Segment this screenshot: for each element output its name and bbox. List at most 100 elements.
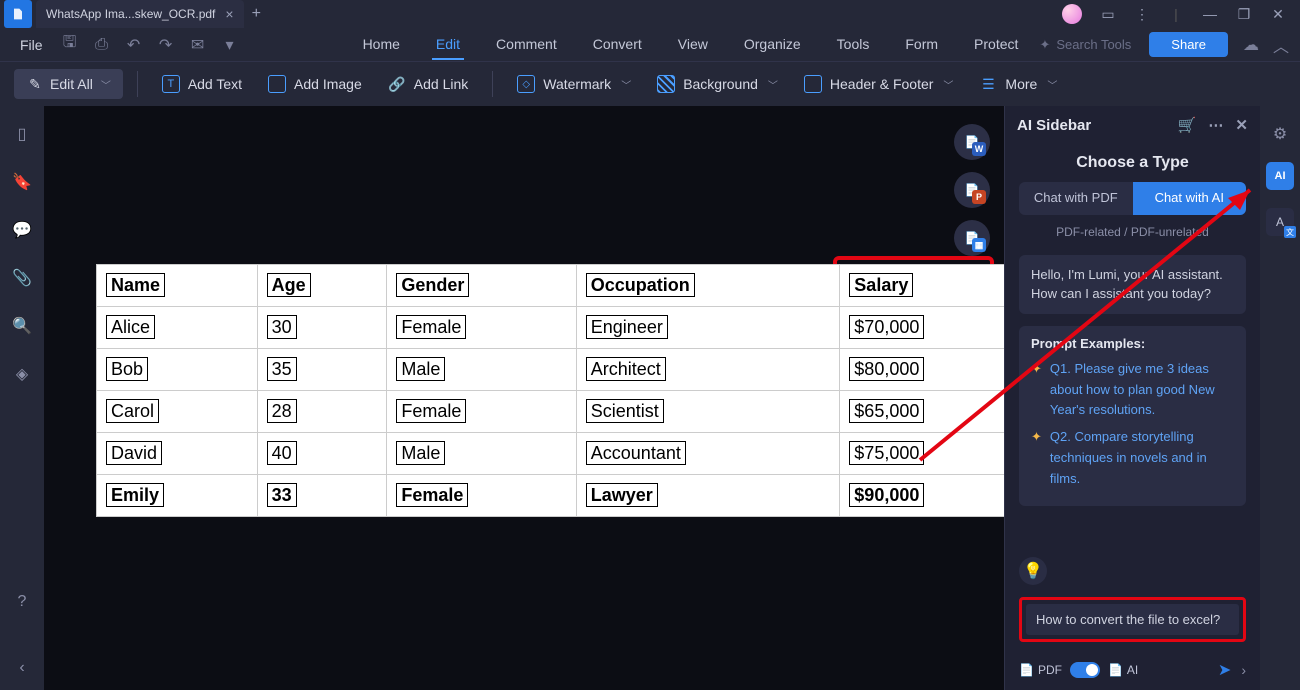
- menu-protect[interactable]: Protect: [970, 30, 1022, 60]
- close-tab-icon[interactable]: ×: [225, 6, 233, 22]
- titlebar: WhatsApp Ima...skew_OCR.pdf × + ▭ ⋮ | — …: [0, 0, 1300, 28]
- layers-icon[interactable]: ◈: [12, 364, 32, 384]
- chat-input[interactable]: [1026, 604, 1239, 635]
- minimize-icon[interactable]: —: [1202, 6, 1218, 22]
- pencil-icon: ✎: [26, 75, 44, 93]
- menu-tools[interactable]: Tools: [833, 30, 874, 60]
- attachments-icon[interactable]: 📎: [12, 268, 32, 288]
- menu-view[interactable]: View: [674, 30, 712, 60]
- comments-icon[interactable]: 💬: [12, 220, 32, 240]
- sparkle-icon: ✦: [1031, 427, 1042, 489]
- chat-with-ai-button[interactable]: Chat with AI: [1133, 182, 1247, 215]
- pdf-mode-icon: 📄: [1019, 663, 1034, 677]
- table-row: Emily33FemaleLawyer$90,000: [97, 475, 1005, 517]
- ai-rail-button[interactable]: AI: [1266, 162, 1294, 190]
- ai-mode-label: AI: [1127, 663, 1138, 677]
- ai-greeting-message: Hello, I'm Lumi, your AI assistant. How …: [1019, 255, 1246, 314]
- edit-all-button[interactable]: ✎ Edit All ﹀: [14, 69, 123, 99]
- table-header-row: Name Age Gender Occupation Salary: [97, 265, 1005, 307]
- link-icon: 🔗: [388, 75, 406, 93]
- more-button[interactable]: ☰ More ﹀: [969, 69, 1067, 99]
- chat-icon[interactable]: ▭: [1100, 6, 1116, 22]
- data-table: Name Age Gender Occupation Salary Alice3…: [96, 264, 1004, 517]
- chevron-down-icon: ﹀: [1047, 77, 1057, 92]
- add-text-button[interactable]: T Add Text: [152, 69, 252, 99]
- collapse-left-icon[interactable]: ‹: [12, 658, 32, 678]
- idea-button[interactable]: 💡: [1019, 557, 1047, 585]
- cart-icon[interactable]: 🛒: [1178, 116, 1197, 134]
- menu-home[interactable]: Home: [359, 30, 404, 60]
- prompt-examples: Prompt Examples: ✦ Q1. Please give me 3 …: [1019, 326, 1246, 506]
- text-icon: T: [162, 75, 180, 93]
- main-menu: Home Edit Comment Convert View Organize …: [359, 30, 1023, 60]
- user-avatar[interactable]: [1062, 4, 1082, 24]
- choose-type-heading: Choose a Type: [1005, 154, 1260, 172]
- app-logo-icon: [4, 0, 32, 28]
- expand-right-icon[interactable]: ›: [1241, 662, 1246, 678]
- mode-toggle[interactable]: [1070, 662, 1100, 678]
- menu-convert[interactable]: Convert: [589, 30, 646, 60]
- search-tools[interactable]: ✦ Search Tools: [1039, 37, 1131, 53]
- more-options-icon[interactable]: ⋯: [1208, 116, 1223, 134]
- document-canvas[interactable]: 📄 W 📄 P 📄 ▦ E PDF To Excel Name Ag: [44, 106, 1004, 690]
- bookmarks-icon[interactable]: 🔖: [12, 172, 32, 192]
- header-footer-button[interactable]: Header & Footer ﹀: [794, 69, 964, 99]
- chat-with-pdf-button[interactable]: Chat with PDF: [1019, 182, 1133, 215]
- file-menu[interactable]: File: [10, 37, 53, 53]
- related-hint: PDF-related / PDF-unrelated: [1005, 225, 1260, 239]
- convert-ppt-button[interactable]: 📄 P: [954, 172, 990, 208]
- background-button[interactable]: Background ﹀: [647, 69, 788, 99]
- background-icon: [657, 75, 675, 93]
- prompt-example-2[interactable]: ✦ Q2. Compare storytelling techniques in…: [1031, 427, 1234, 489]
- undo-icon[interactable]: ↶: [125, 36, 143, 54]
- convert-image-button[interactable]: 📄 ▦: [954, 220, 990, 256]
- watermark-button[interactable]: ◇ Watermark ﹀: [507, 69, 641, 99]
- print-icon[interactable]: ⎙: [93, 36, 111, 54]
- add-image-button[interactable]: Add Image: [258, 69, 372, 99]
- save-icon[interactable]: 🖫: [61, 36, 79, 54]
- table-row: Carol28FemaleScientist$65,000: [97, 391, 1005, 433]
- pdf-page: Name Age Gender Occupation Salary Alice3…: [96, 264, 1004, 517]
- cloud-icon[interactable]: ☁: [1242, 36, 1260, 54]
- share-button[interactable]: Share: [1149, 32, 1228, 57]
- ai-mode-icon: 📄: [1108, 663, 1123, 677]
- image-icon: [268, 75, 286, 93]
- table-row: Alice30FemaleEngineer$70,000: [97, 307, 1005, 349]
- close-sidebar-icon[interactable]: ✕: [1235, 116, 1248, 134]
- header-footer-icon: [804, 75, 822, 93]
- maximize-icon[interactable]: ❐: [1236, 6, 1252, 22]
- menu-comment[interactable]: Comment: [492, 30, 561, 60]
- chevron-down-icon: ﹀: [101, 77, 111, 92]
- table-row: Bob35MaleArchitect$80,000: [97, 349, 1005, 391]
- left-rail: ▯ 🔖 💬 📎 🔍 ◈ ? ‹: [0, 106, 44, 690]
- translate-rail-button[interactable]: A 文: [1266, 208, 1294, 236]
- chevron-down-icon: ﹀: [768, 77, 778, 92]
- sparkle-icon: ✦: [1039, 37, 1050, 53]
- pdf-mode-label: PDF: [1038, 663, 1062, 677]
- thumbnails-icon[interactable]: ▯: [12, 124, 32, 144]
- collapse-ribbon-icon[interactable]: ︿: [1272, 36, 1290, 54]
- chat-type-toggle: Chat with PDF Chat with AI: [1019, 182, 1246, 215]
- search-icon[interactable]: 🔍: [12, 316, 32, 336]
- prompts-title: Prompt Examples:: [1031, 336, 1234, 351]
- close-window-icon[interactable]: ✕: [1270, 6, 1286, 22]
- kebab-menu-icon[interactable]: ⋮: [1134, 6, 1150, 22]
- menu-form[interactable]: Form: [901, 30, 942, 60]
- document-tab[interactable]: WhatsApp Ima...skew_OCR.pdf ×: [36, 0, 244, 28]
- sidebar-title: AI Sidebar: [1017, 117, 1091, 134]
- new-tab-button[interactable]: +: [252, 5, 261, 23]
- prompt-example-1[interactable]: ✦ Q1. Please give me 3 ideas about how t…: [1031, 359, 1234, 421]
- chevron-down-icon: ﹀: [943, 77, 953, 92]
- sidebar-footer: 📄 PDF 📄 AI ➤ ›: [1005, 650, 1260, 690]
- menu-edit[interactable]: Edit: [432, 30, 464, 60]
- settings-icon[interactable]: ⚙: [1273, 124, 1287, 144]
- tab-title: WhatsApp Ima...skew_OCR.pdf: [46, 7, 215, 21]
- dropdown-icon[interactable]: ▾: [221, 36, 239, 54]
- menu-organize[interactable]: Organize: [740, 30, 805, 60]
- redo-icon[interactable]: ↷: [157, 36, 175, 54]
- send-button[interactable]: ➤: [1218, 660, 1231, 680]
- add-link-button[interactable]: 🔗 Add Link: [378, 69, 478, 99]
- convert-word-button[interactable]: 📄 W: [954, 124, 990, 160]
- help-icon[interactable]: ?: [12, 592, 32, 612]
- mail-icon[interactable]: ✉: [189, 36, 207, 54]
